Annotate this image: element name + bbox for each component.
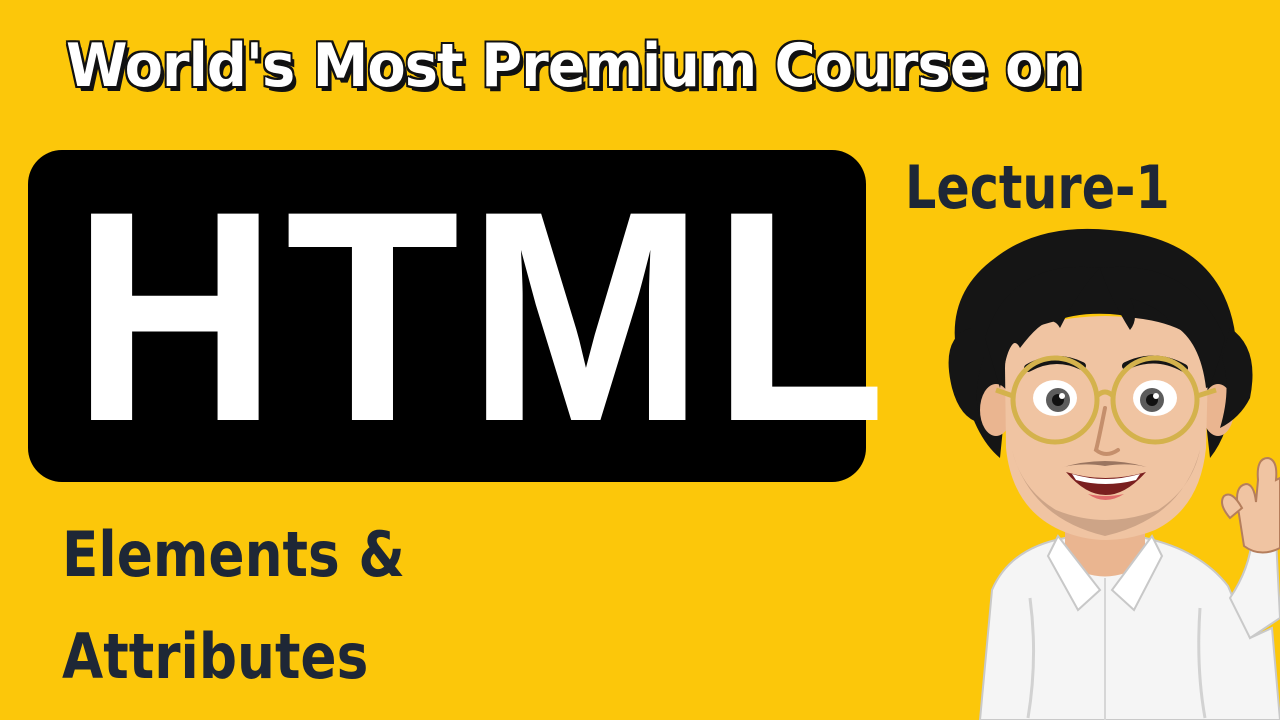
topic-line-2: Attributes	[62, 620, 369, 693]
lecture-number: Lecture-1	[905, 153, 1170, 223]
course-title: HTML	[72, 148, 894, 484]
waving-hand-icon	[1221, 456, 1280, 554]
cartoon-teacher-icon	[948, 228, 1280, 720]
face	[1005, 316, 1208, 540]
topic-subtitle: Elements & Attributes	[62, 504, 440, 708]
course-headline: World's Most Premium Course on	[66, 31, 1082, 101]
topic-line-1: Elements &	[62, 518, 405, 591]
